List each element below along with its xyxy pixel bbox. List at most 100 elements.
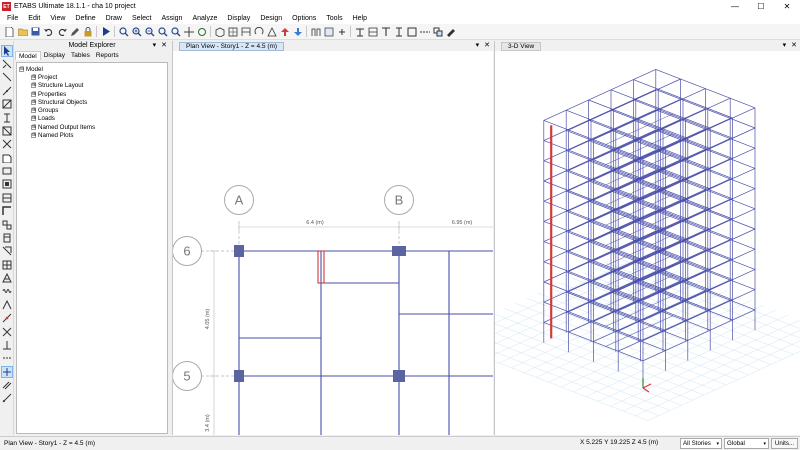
draw-cross-brace-icon[interactable] bbox=[2, 139, 12, 149]
lock-icon[interactable] bbox=[83, 26, 93, 37]
plan-view-canvas[interactable]: A B 6 5 6.4 (m) 6.95 (m) 4.05 (m) 3.4 (m… bbox=[173, 51, 493, 435]
refresh-icon[interactable] bbox=[197, 27, 207, 37]
menu-define[interactable]: Define bbox=[70, 15, 100, 22]
tree-item-structural-objects[interactable]: ⊞ Structural Objects bbox=[19, 98, 165, 106]
view-3d-icon[interactable] bbox=[215, 27, 225, 37]
story-select[interactable]: All Stories ▾ bbox=[680, 438, 722, 449]
tree-root-model[interactable]: ⊟ Model bbox=[19, 65, 165, 73]
menu-analyze[interactable]: Analyze bbox=[187, 15, 222, 22]
chevron-down-icon[interactable]: ▾ bbox=[783, 41, 787, 51]
close-icon[interactable]: ✕ bbox=[484, 41, 490, 51]
expand-icon[interactable]: ⊞ bbox=[31, 83, 36, 89]
menu-select[interactable]: Select bbox=[127, 15, 156, 22]
menu-view[interactable]: View bbox=[45, 15, 70, 22]
menu-tools[interactable]: Tools bbox=[321, 15, 347, 22]
menu-file[interactable]: File bbox=[2, 15, 23, 22]
draw-opening-icon[interactable] bbox=[2, 193, 12, 203]
quick-draw-beam-icon[interactable] bbox=[2, 99, 12, 109]
pan-icon[interactable] bbox=[183, 26, 194, 37]
expand-icon[interactable]: ⊞ bbox=[31, 99, 36, 105]
zoom-fit-icon[interactable] bbox=[157, 26, 168, 37]
chevron-down-icon[interactable]: ▾ bbox=[153, 41, 157, 49]
menu-design[interactable]: Design bbox=[255, 15, 287, 22]
tab-model[interactable]: Model bbox=[15, 51, 41, 60]
draw-dimension-icon[interactable] bbox=[2, 233, 12, 243]
minimize-button[interactable]: — bbox=[722, 0, 748, 13]
draw-wall-tool-icon[interactable] bbox=[2, 179, 12, 189]
rotate-icon[interactable] bbox=[254, 26, 264, 37]
draw-link-icon[interactable] bbox=[1, 206, 12, 216]
menu-draw[interactable]: Draw bbox=[101, 15, 127, 22]
tab-reports[interactable]: Reports bbox=[93, 51, 122, 60]
draw-slab-icon[interactable] bbox=[407, 27, 417, 37]
menu-options[interactable]: Options bbox=[287, 15, 321, 22]
zoom-out-icon[interactable] bbox=[144, 26, 155, 37]
spring-icon[interactable] bbox=[2, 286, 12, 296]
expand-icon[interactable]: ⊞ bbox=[31, 124, 36, 130]
view-3d-tab[interactable]: 3-D View bbox=[501, 41, 542, 51]
draw-line-icon[interactable] bbox=[419, 27, 430, 37]
zoom-window-icon[interactable] bbox=[118, 26, 129, 37]
tree-item-project[interactable]: ⊞ Project bbox=[19, 73, 165, 81]
snap-grid-icon[interactable] bbox=[0, 365, 13, 378]
elevation-view-icon[interactable] bbox=[241, 27, 251, 37]
view-3d-canvas[interactable] bbox=[495, 51, 800, 435]
tree-item-named-plots[interactable]: ⊞ Named Plots bbox=[19, 131, 165, 139]
draw-rect-slab-icon[interactable] bbox=[2, 166, 12, 176]
redo-icon[interactable] bbox=[57, 27, 67, 37]
menu-edit[interactable]: Edit bbox=[23, 15, 45, 22]
reshape-icon[interactable] bbox=[2, 59, 12, 69]
grid-icon[interactable] bbox=[2, 260, 12, 270]
show-undeformed-icon[interactable] bbox=[311, 27, 321, 37]
move-down-icon[interactable] bbox=[293, 27, 303, 37]
column[interactable] bbox=[234, 370, 244, 382]
draw-beam-icon[interactable] bbox=[355, 27, 365, 37]
tree-item-loads[interactable]: ⊞ Loads bbox=[19, 115, 165, 123]
snap-intersect-icon[interactable] bbox=[2, 327, 12, 337]
draw-area-icon[interactable] bbox=[433, 27, 443, 37]
plan-view-tab[interactable]: Plan View - Story1 - Z = 4.5 (m) bbox=[179, 41, 285, 51]
column[interactable] bbox=[234, 245, 244, 257]
display-options-icon[interactable] bbox=[324, 27, 334, 37]
draw-frame-icon[interactable] bbox=[2, 86, 12, 96]
menu-assign[interactable]: Assign bbox=[156, 15, 187, 22]
tab-display[interactable]: Display bbox=[41, 51, 68, 60]
close-icon[interactable]: ✕ bbox=[161, 41, 167, 49]
snap-perpendicular-icon[interactable] bbox=[2, 340, 12, 350]
snap-middle-icon[interactable] bbox=[2, 313, 12, 323]
open-folder-icon[interactable] bbox=[17, 27, 28, 37]
maximize-button[interactable]: ☐ bbox=[748, 0, 774, 13]
pointer-icon[interactable] bbox=[0, 44, 13, 57]
close-icon[interactable]: ✕ bbox=[791, 41, 797, 51]
draw-tendon-icon[interactable] bbox=[2, 246, 12, 256]
draw-section-cut-icon[interactable] bbox=[2, 220, 12, 230]
draw-column-icon[interactable] bbox=[368, 27, 378, 37]
plan-view-icon[interactable] bbox=[228, 27, 238, 37]
column[interactable] bbox=[392, 246, 406, 256]
tree-item-groups[interactable]: ⊞ Groups bbox=[19, 106, 165, 114]
menu-help[interactable]: Help bbox=[348, 15, 372, 22]
snap-extension-icon[interactable] bbox=[2, 353, 12, 363]
tree-item-named-output-items[interactable]: ⊞ Named Output Items bbox=[19, 123, 165, 131]
snap-fine-grid-icon[interactable] bbox=[2, 393, 12, 403]
line-color-icon[interactable] bbox=[446, 27, 456, 37]
expand-icon[interactable]: ⊞ bbox=[31, 116, 36, 122]
coordinate-system-select[interactable]: Global ▾ bbox=[724, 438, 769, 449]
units-button[interactable]: Units... bbox=[771, 438, 798, 449]
snap-parallel-icon[interactable] bbox=[2, 380, 12, 390]
tree-item-structure-layout[interactable]: ⊞ Structure Layout bbox=[19, 82, 165, 90]
object-shrink-icon[interactable] bbox=[337, 27, 347, 37]
support-icon[interactable] bbox=[1, 273, 12, 283]
chevron-down-icon[interactable]: ▾ bbox=[476, 41, 480, 51]
snap-ends-icon[interactable] bbox=[2, 299, 12, 310]
expand-icon[interactable]: ⊞ bbox=[31, 108, 36, 114]
save-icon[interactable] bbox=[31, 27, 41, 37]
expand-icon[interactable]: ⊞ bbox=[31, 91, 36, 97]
run-analysis-icon[interactable] bbox=[101, 27, 111, 37]
draw-joint-icon[interactable] bbox=[2, 72, 12, 82]
zoom-previous-icon[interactable] bbox=[170, 26, 181, 37]
expand-icon[interactable]: ⊞ bbox=[31, 74, 36, 80]
pencil-icon[interactable] bbox=[70, 27, 80, 37]
draw-wall-icon[interactable] bbox=[394, 27, 404, 37]
collapse-icon[interactable]: ⊟ bbox=[19, 66, 24, 72]
